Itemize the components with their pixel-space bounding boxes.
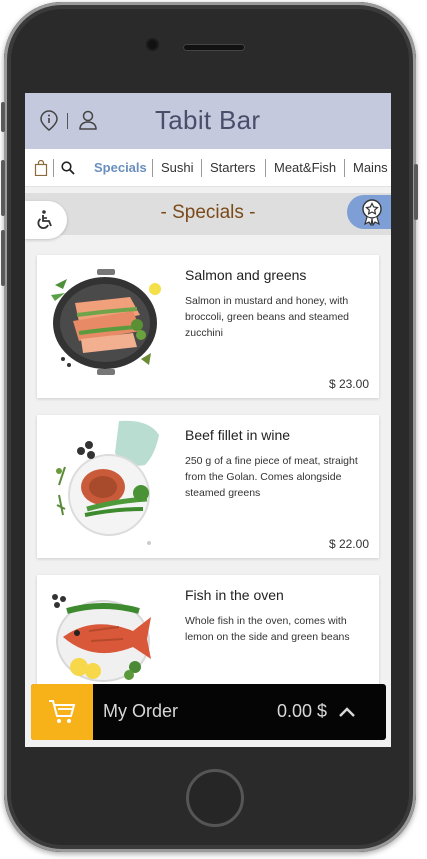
mute-switch — [1, 102, 5, 132]
menu-item-card[interactable]: Salmon and greens Salmon in mustard and … — [37, 255, 379, 398]
home-button[interactable] — [186, 769, 244, 827]
category-tab-mains[interactable]: Mains — [353, 160, 388, 175]
info-icon[interactable] — [37, 108, 61, 132]
category-tab-meat-fish[interactable]: Meat&Fish — [274, 160, 336, 175]
order-label: My Order — [103, 701, 179, 721]
category-divider — [53, 159, 54, 177]
cart-icon — [49, 700, 76, 723]
category-tab-starters[interactable]: Starters — [210, 160, 256, 175]
volume-down-button — [1, 230, 5, 286]
front-camera — [148, 40, 157, 49]
dish-description: Salmon in mustard and honey, with brocco… — [185, 295, 350, 339]
dish-price: $ 23.00 — [328, 377, 369, 391]
earpiece-speaker — [183, 44, 245, 51]
dish-image — [37, 415, 175, 558]
award-icon — [362, 199, 382, 226]
bag-icon[interactable] — [33, 159, 49, 177]
dish-name: Beef fillet in wine — [185, 427, 291, 443]
category-divider — [152, 159, 153, 177]
dish-description: Whole fish in the oven, comes with lemon… — [185, 615, 350, 643]
wheelchair-icon — [37, 210, 52, 229]
dish-name: Salmon and greens — [185, 267, 307, 283]
volume-up-button — [1, 160, 5, 216]
menu-item-card[interactable]: Beef fillet in wine 250 g of a fine piec… — [37, 415, 379, 558]
accessibility-button[interactable] — [25, 201, 67, 239]
app-title: Tabit Bar — [155, 105, 261, 135]
cart-button[interactable] — [31, 684, 93, 740]
category-divider — [201, 159, 202, 177]
dish-image — [37, 255, 175, 398]
order-bar[interactable]: My Order 0.00 $ — [31, 684, 386, 740]
category-tab-sushi[interactable]: Sushi — [161, 160, 194, 175]
dish-price: $ 22.00 — [328, 537, 369, 551]
order-total: 0.00 $ — [277, 701, 328, 721]
category-divider — [265, 159, 266, 177]
user-icon[interactable] — [76, 108, 100, 132]
search-icon[interactable] — [60, 160, 76, 176]
category-nav: Specials Sushi Starters Meat&Fish Mains — [25, 149, 391, 187]
dish-description: 250 g of a fine piece of meat, straight … — [185, 455, 358, 499]
app-header: Tabit Bar — [25, 93, 391, 149]
recommended-button[interactable] — [347, 195, 391, 229]
category-tab-specials[interactable]: Specials — [94, 160, 147, 175]
dish-name: Fish in the oven — [185, 587, 284, 603]
app-screen: Tabit Bar Specials Sushi Starters Meat&F… — [25, 93, 391, 747]
power-button — [414, 164, 418, 220]
chevron-up-icon[interactable] — [337, 702, 357, 722]
category-divider — [344, 159, 345, 177]
header-divider — [67, 113, 68, 129]
section-title: - Specials - — [160, 202, 256, 223]
